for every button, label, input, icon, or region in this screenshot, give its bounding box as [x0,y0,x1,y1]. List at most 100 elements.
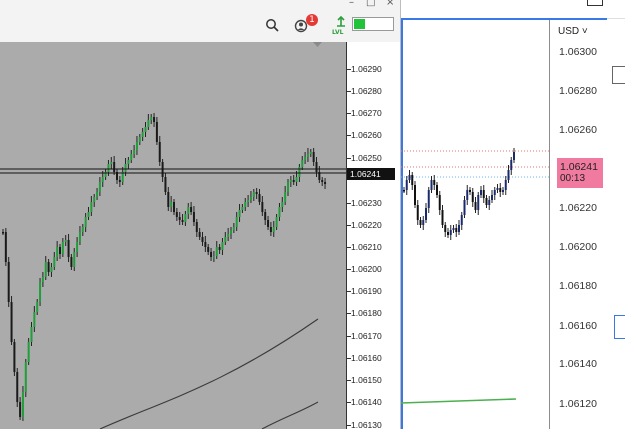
candle-body [27,342,30,362]
price-axis-label: 1.06160 [351,353,382,363]
candle-body [491,195,493,200]
candle-body [195,222,198,232]
candle-body [53,257,56,267]
candle-body [61,242,64,254]
level-label: LVL [332,29,344,36]
price-axis-label: 1.06180 [351,308,382,318]
candle-body [244,202,247,207]
candle-body [181,220,184,222]
candle-body [252,192,255,197]
candle-body [47,262,50,272]
candle-body [204,242,207,247]
close-button[interactable]: × [386,0,394,8]
price-axis-label: 1.06140 [559,358,597,370]
candle-body [230,230,232,234]
candle-body [275,217,278,227]
candle-body [59,247,61,254]
candle-body [81,227,84,232]
candle-body [255,192,258,194]
minimize-button[interactable]: – [349,0,354,8]
candle-body [436,185,438,195]
candle-body [502,190,504,192]
indicator-line [401,398,517,404]
candle-body [41,277,44,282]
moving-average-line-2 [261,401,319,429]
candle-body [485,198,488,205]
candle-body [210,252,213,257]
candle-body [292,180,295,182]
price-axis-label: 1.06260 [559,124,597,136]
candle-body [192,212,195,222]
trading-terminal-window: – □ × 1 LVL 1.06290 1.06280 1.06270 1.06260… [0,0,401,429]
layout-icon[interactable] [587,0,603,6]
candle-body [184,214,187,222]
candle-body [466,190,469,200]
candle-body [247,200,250,202]
candle-body [167,192,170,207]
candle-body [306,154,309,157]
candle-body [269,227,272,232]
candle-body [221,242,224,250]
candle-body [201,237,204,242]
candle-body [110,162,113,164]
candle-body [70,257,73,267]
candle-body [153,117,156,122]
candle-body [84,217,87,227]
candle-body [187,207,190,214]
candle-body [67,240,70,257]
candle-body [10,302,13,342]
price-axis-label: 1.06280 [351,86,382,96]
price-axis-label: 1.06130 [351,420,382,429]
candle-body [480,190,482,195]
candle-body [284,192,287,202]
candle-body [463,200,466,215]
candle-body [403,190,405,192]
candle-body [207,247,210,252]
restore-button[interactable]: □ [366,0,375,8]
candle-body [2,232,4,234]
candle-body [218,247,221,250]
candle-body [455,228,458,232]
search-icon[interactable] [264,17,280,33]
candle-body [90,202,93,212]
candle-body [416,205,419,220]
price-axis-label: 1.06220 [351,220,382,230]
candle-body [452,228,455,230]
candle-body [264,212,267,220]
price-axis-label: 1.06170 [351,331,382,341]
scroll-marker-icon [313,42,322,47]
currency-select[interactable]: USD ˅ [558,26,588,37]
candle-body [471,192,474,202]
candle-body [124,164,127,172]
candle-body [422,220,425,225]
candle-body [278,207,281,217]
candle-body [141,132,144,137]
candle-body [261,202,264,212]
candle-body [118,180,121,182]
side-panel-toggle[interactable] [612,66,625,84]
candle-body [76,242,79,252]
candle-body [16,372,19,402]
candle-body [150,117,153,120]
candle-body [227,234,230,237]
signal-level-icon[interactable] [334,15,348,29]
candle-body [438,195,441,210]
price-axis-label: 1.06230 [351,198,382,208]
candle-body [411,175,414,185]
price-axis-label: 1.06200 [351,264,382,274]
candle-body [433,180,436,185]
price-axis-label: 1.06210 [351,242,382,252]
candle-body [238,210,241,217]
candle-body [267,220,270,227]
price-chart-right[interactable] [401,20,549,429]
price-chart-left[interactable] [0,42,346,429]
candle-body [414,185,416,205]
candle-body [173,202,175,212]
level-indicator [352,17,394,31]
candle-body [30,327,33,342]
candle-body [469,190,471,192]
candle-body [405,180,408,190]
side-panel-tab[interactable] [614,315,625,339]
candle-body [427,190,430,208]
candle-body [13,342,16,372]
